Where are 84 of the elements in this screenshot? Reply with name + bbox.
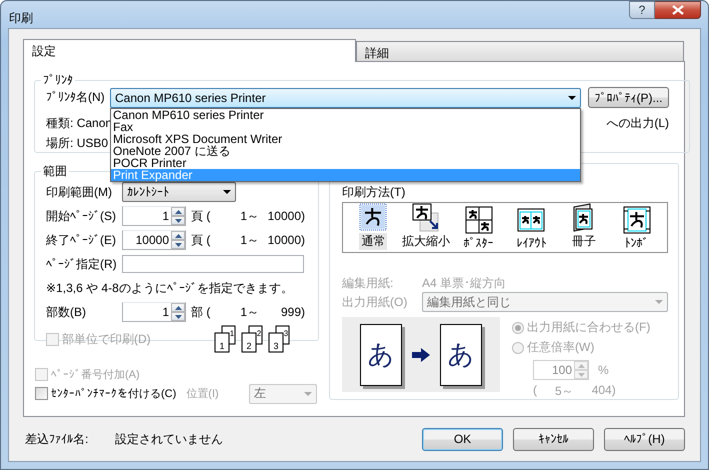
- dropdown-option[interactable]: Microsoft XPS Document Writer: [111, 132, 580, 144]
- spin-field[interactable]: 1: [122, 206, 186, 226]
- down-arrow-icon: [174, 242, 182, 246]
- spin-down-button[interactable]: [171, 216, 185, 225]
- range-max: 10000): [266, 233, 305, 247]
- range-max: 404): [592, 383, 616, 399]
- spin-down-button[interactable]: [171, 240, 185, 249]
- spin-field[interactable]: 1: [122, 302, 186, 322]
- range-open: (: [533, 383, 537, 399]
- group-title: 印刷方法(T): [342, 184, 406, 201]
- field-value: 1: [161, 304, 170, 321]
- close-button[interactable]: [655, 1, 701, 19]
- field-label: 位置(I): [186, 387, 219, 401]
- up-arrow-icon: [174, 306, 182, 310]
- caret-icon: [568, 96, 576, 100]
- field-label: ﾍﾟｰｼﾞ指定(R): [46, 256, 118, 272]
- collate-drawing: 1 1 2 2 3 3: [214, 325, 294, 353]
- field-label: 開始ﾍﾟｰｼﾞ(S): [46, 208, 117, 224]
- dropdown-option[interactable]: Fax: [111, 120, 580, 132]
- checkbox-label: 部単位で印刷(D): [62, 330, 151, 348]
- group-title: 範囲: [42, 163, 68, 180]
- range-max: 999): [280, 305, 305, 319]
- spin-field[interactable]: 10000: [122, 230, 186, 250]
- arrow-icon: [412, 348, 430, 362]
- spin-up-button[interactable]: [171, 303, 185, 312]
- radio-label: 任意倍率(W): [527, 339, 594, 356]
- checkbox-label: ﾍﾟｰｼﾞ番号付加(A): [51, 368, 140, 382]
- print-range-dropdown[interactable]: ｶﾚﾝﾄｼｰﾄ: [122, 182, 236, 202]
- field-value: A4 単票･縦方向: [422, 275, 506, 292]
- spin-up-button[interactable]: [171, 231, 185, 240]
- dialog-button[interactable]: OK: [422, 428, 503, 450]
- checkbox[interactable]: [35, 387, 48, 400]
- field-value: 1: [161, 208, 170, 225]
- field-label: ﾌﾟﾘﾝﾀ名(N): [46, 89, 106, 106]
- up-arrow-icon: [174, 210, 182, 214]
- caret-icon: [655, 300, 663, 304]
- down-arrow-icon: [174, 218, 182, 222]
- up-arrow-icon: [174, 234, 182, 238]
- properties-button[interactable]: ﾌﾟﾛﾊﾟﾃｨ(P)...: [588, 87, 669, 108]
- range-min: 1～: [239, 232, 259, 248]
- close-icon: [672, 5, 684, 15]
- spin-up-button[interactable]: [171, 207, 185, 216]
- field-label: 部数(B): [46, 304, 87, 320]
- field-label: 場所:: [46, 134, 74, 152]
- field-label: 差込ﾌｧｲﾙ名:: [25, 430, 90, 448]
- help-button[interactable]: ?: [629, 1, 655, 19]
- page-spec-field[interactable]: [122, 255, 304, 273]
- field-label: 終了ﾍﾟｰｼﾞ(E): [46, 232, 117, 248]
- field-label: 編集用紙:: [342, 275, 394, 292]
- unit-label: 部 (: [190, 304, 212, 320]
- field-label: 出力用紙(O): [342, 294, 408, 310]
- range-min: 1～: [239, 208, 259, 224]
- field-value: 10000: [134, 232, 170, 249]
- caret-icon: [304, 392, 312, 396]
- spin-down-button[interactable]: [171, 312, 185, 321]
- group-title: ﾌﾟﾘﾝﾀ: [42, 73, 74, 87]
- range-max: 10000): [266, 209, 305, 223]
- checkbox-label: ｾﾝﾀｰﾊﾟﾝﾁﾏｰｸを付ける(C): [51, 387, 176, 401]
- field-value: 100: [550, 362, 573, 379]
- dropdown-option[interactable]: POCR Printer: [111, 156, 580, 168]
- dialog-button[interactable]: ｷｬﾝｾﾙ: [513, 428, 594, 450]
- window-title: 印刷: [9, 10, 33, 27]
- radio-label: 出力用紙に合わせる(F): [527, 319, 650, 336]
- unit-label: %: [598, 363, 609, 377]
- field-value: USB0: [76, 136, 108, 150]
- field-label: 印刷範囲(M): [46, 184, 113, 200]
- tab[interactable]: 詳細: [356, 41, 684, 61]
- field-value: 設定されていません: [115, 430, 223, 448]
- range-min: 5～: [555, 383, 574, 400]
- caret-icon: [223, 190, 231, 194]
- dropdown-option[interactable]: Canon MP610 series Printer: [111, 108, 580, 120]
- range-min: 1～: [239, 304, 259, 320]
- down-arrow-icon: [174, 314, 182, 318]
- print-method-icon: [462, 204, 495, 236]
- unit-label: 頁 (: [190, 208, 212, 224]
- print-method-icon: [620, 204, 653, 236]
- hint-text: ※1,3,6 や 4-8のようにﾍﾟｰｼﾞを指定できます。: [46, 280, 293, 296]
- field-label: 種類:: [46, 114, 74, 132]
- tab[interactable]: 設定: [23, 39, 356, 62]
- unit-label: 頁 (: [190, 232, 212, 248]
- dialog-button[interactable]: ﾍﾙﾌﾟ(H): [604, 428, 685, 450]
- dropdown-option[interactable]: OneNote 2007 に送る: [111, 144, 580, 156]
- printer-dropdown[interactable]: Canon MP610 series Printer: [110, 88, 581, 108]
- option-label: への出力(L): [606, 114, 669, 132]
